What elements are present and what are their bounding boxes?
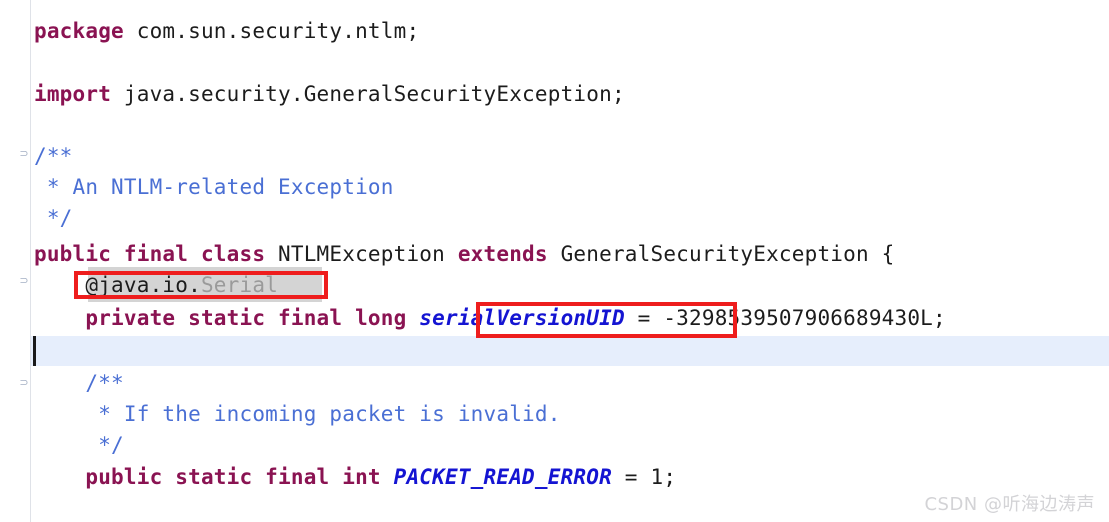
code-token: NTLMException [265,242,458,266]
code-line-blank-2[interactable] [34,110,47,141]
code-token: public static final int [34,465,381,489]
code-token: */ [34,433,124,457]
code-token: public final class [34,242,266,266]
code-editor[interactable]: ⊃ ⊃ ⊃ package com.sun.security.ntlm; impor… [0,0,1109,522]
code-line-fielddoc-open[interactable]: /** [34,368,124,399]
code-line-class-decl[interactable]: public final class NTLMException extends… [34,239,895,270]
code-line-package[interactable]: package com.sun.security.ntlm; [34,16,419,47]
code-token: private static final long [34,306,407,330]
code-line-current-empty[interactable] [34,336,47,367]
code-line-blank-1[interactable] [34,47,47,78]
highlight-box-serial-annotation [74,271,328,299]
code-token: import [34,82,112,106]
fold-icon-annotation[interactable]: ⊃ [18,275,30,287]
current-line-highlight [31,336,1109,366]
code-token: extends [457,242,548,266]
code-token: * An NTLM-related Exception [34,175,394,199]
fold-icon-classdoc[interactable]: ⊃ [18,148,30,160]
code-token: /** [34,371,124,395]
editor-gutter[interactable] [0,0,30,522]
code-line-import[interactable]: import java.security.GeneralSecurityExce… [34,79,625,110]
code-token: */ [34,206,73,230]
code-token: /** [34,144,73,168]
code-token: = 1; [611,465,677,489]
code-line-classdoc-text[interactable]: * An NTLM-related Exception [34,172,394,203]
code-token: PACKET_READ_ERROR [393,465,612,489]
code-token: GeneralSecurityException { [547,242,895,266]
code-line-packet-read-error[interactable]: public static final int PACKET_READ_ERRO… [34,462,676,493]
code-line-fielddoc-text[interactable]: * If the incoming packet is invalid. [34,399,561,430]
code-token: java.security.GeneralSecurityException; [111,82,625,106]
code-line-classdoc-open[interactable]: /** [34,141,73,172]
code-token: com.sun.security.ntlm; [123,19,420,43]
csdn-watermark: CSDN @听海边涛声 [924,494,1095,515]
code-line-fielddoc-close[interactable]: */ [34,430,124,461]
fold-icon-fielddoc[interactable]: ⊃ [18,377,30,389]
code-token: * If the incoming packet is invalid. [34,402,561,426]
code-token: package [34,19,124,43]
gutter-separator [30,0,31,522]
highlight-box-serial-version-uid [476,302,737,338]
code-line-classdoc-close[interactable]: */ [34,203,73,234]
